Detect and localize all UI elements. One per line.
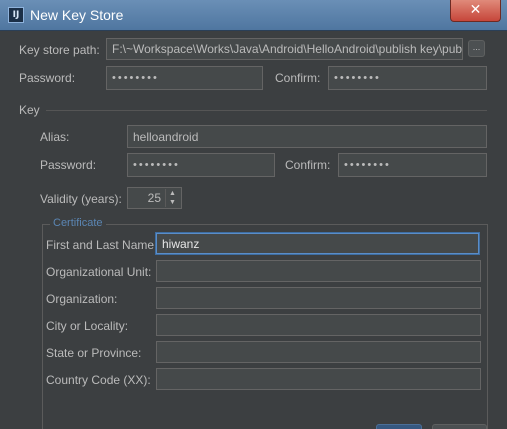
keystore-path-field[interactable]: F:\~Workspace\Works\Java\Android\HelloAn… — [106, 38, 463, 60]
state-label: State or Province: — [46, 346, 142, 360]
first-last-name-label: First and Last Name: — [46, 238, 158, 252]
ok-button[interactable] — [376, 424, 422, 429]
key-confirm-field[interactable]: •••••••• — [338, 153, 487, 177]
city-label: City or Locality: — [46, 319, 129, 333]
spin-down-arrow-icon[interactable]: ▼ — [165, 198, 179, 207]
key-confirm-label: Confirm: — [285, 158, 331, 172]
keystore-confirm-label: Confirm: — [275, 71, 321, 85]
title-bar[interactable]: IJ New Key Store ✕ — [0, 0, 507, 31]
key-section-label: Key — [19, 103, 40, 117]
alias-label: Alias: — [40, 130, 70, 144]
intellij-app-icon: IJ — [8, 7, 24, 23]
validity-label: Validity (years): — [40, 192, 122, 206]
key-password-field[interactable]: •••••••• — [127, 153, 275, 177]
keystore-path-label: Key store path: — [19, 43, 100, 57]
cancel-button[interactable] — [432, 424, 487, 429]
first-last-name-field[interactable]: hiwanz — [156, 233, 479, 254]
key-password-label: Password: — [40, 158, 97, 172]
validity-value[interactable]: 25 — [148, 191, 161, 205]
org-unit-field[interactable] — [156, 260, 481, 282]
keystore-password-label: Password: — [19, 71, 76, 85]
keystore-password-field[interactable]: •••••••• — [106, 66, 263, 90]
window-title: New Key Store — [30, 7, 124, 23]
browse-button[interactable]: ... — [468, 40, 485, 57]
key-section-separator — [46, 110, 487, 111]
organization-label: Organization: — [46, 292, 118, 306]
country-code-field[interactable] — [156, 368, 481, 390]
alias-field[interactable]: helloandroid — [127, 125, 487, 148]
keystore-confirm-field[interactable]: •••••••• — [328, 66, 487, 90]
validity-spinner[interactable]: 25 ▲ ▼ — [127, 187, 182, 209]
city-field[interactable] — [156, 314, 481, 336]
state-field[interactable] — [156, 341, 481, 363]
close-button[interactable]: ✕ — [450, 0, 501, 22]
org-unit-label: Organizational Unit: — [46, 265, 152, 279]
organization-field[interactable] — [156, 287, 481, 309]
spin-up-arrow-icon[interactable]: ▲ — [165, 189, 179, 198]
certificate-legend: Certificate — [50, 217, 106, 229]
country-code-label: Country Code (XX): — [46, 373, 151, 387]
